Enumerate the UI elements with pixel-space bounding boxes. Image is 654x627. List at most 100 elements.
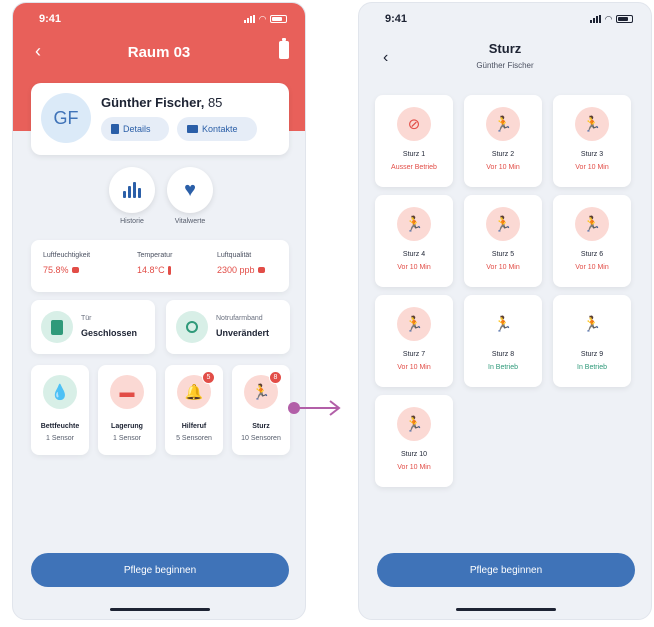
wristband-value: Unverändert [216, 328, 270, 338]
sensor-tile[interactable]: 🏃 Sturz 10 Vor 10 Min [375, 395, 453, 487]
canvas: 9:41 ◠ ‹ Raum 03 GF Günther Fischer, 8 5 [0, 0, 654, 627]
door-label: Tür [81, 315, 92, 322]
sensor-status: Vor 10 Min [397, 364, 431, 371]
heart-pulse-icon: ♥ [184, 179, 196, 201]
sensor-status: Vor 10 Min [575, 264, 609, 271]
alert-count-badge: 8 [269, 371, 282, 384]
sensor-tile[interactable]: 🏃 Sturz 3 Vor 10 Min [553, 95, 631, 187]
back-button[interactable]: ‹ [35, 41, 55, 61]
kontakte-label: Kontakte [202, 124, 238, 134]
details-label: Details [123, 124, 151, 134]
wristband-status-card[interactable]: Notrufarmband Unverändert [166, 300, 290, 354]
fall-icon: 🏃 [575, 107, 609, 141]
door-icon-wrap [41, 311, 73, 343]
avatar: GF [41, 93, 91, 143]
door-icon [51, 319, 63, 335]
vitalwerte-label: Vitalwerte [174, 218, 206, 225]
environment-card: Luftfeuchtigkeit 75.8% Temperatur 14.8°C… [31, 240, 289, 292]
kontakte-button[interactable]: Kontakte [177, 117, 257, 141]
air-quality-metric: Luftqualität 2300 ppb [217, 252, 265, 275]
sensor-count: 1 Sensor [45, 435, 75, 442]
sensor-tile-bettfeuchte[interactable]: 💧 Bettfeuchte 1 Sensor [31, 365, 89, 455]
temperature-metric: Temperatur 14.8°C [137, 252, 172, 275]
battery-icon [616, 15, 633, 23]
sensor-status: Vor 10 Min [575, 164, 609, 171]
sensor-status: Vor 10 Min [486, 264, 520, 271]
historie-label: Historie [120, 218, 144, 225]
bed-icon: ▬ [110, 375, 144, 409]
navigation-arrow [288, 400, 341, 416]
sensor-name: Sturz 8 [491, 351, 515, 358]
sensor-tile[interactable]: 🏃 Sturz 8 In Betrieb [464, 295, 542, 387]
signal-icon [244, 15, 256, 23]
status-icons: ◠ [244, 14, 287, 25]
fall-icon: 🏃 [486, 107, 520, 141]
sensor-name: Sturz [252, 423, 270, 430]
sensor-count: 10 Sensoren [241, 435, 281, 442]
sensor-status: Vor 10 Min [397, 264, 431, 271]
sensor-name: Sturz 4 [402, 251, 426, 258]
page-subtitle: Günther Fischer [476, 61, 534, 70]
fall-icon: 🏃 [397, 307, 431, 341]
home-indicator [110, 608, 210, 611]
start-care-button[interactable]: Pflege beginnen [31, 553, 289, 587]
metric-value: 2300 ppb [217, 265, 255, 275]
sensor-tile-hilferuf[interactable]: 🔔 5 Hilferuf 5 Sensoren [165, 365, 223, 455]
cloud-icon [257, 267, 265, 273]
sensor-status: Vor 10 Min [486, 164, 520, 171]
metric-label: Luftqualität [217, 252, 252, 259]
watch-icon-wrap [176, 311, 208, 343]
drop-icon [71, 267, 79, 273]
details-button[interactable]: Details [101, 117, 169, 141]
metric-value-row: 14.8°C [137, 265, 172, 275]
fall-icon: 🏃 [397, 207, 431, 241]
sensor-name: Sturz 9 [580, 351, 604, 358]
door-status-card[interactable]: Tür Geschlossen [31, 300, 155, 354]
metric-value: 14.8°C [137, 265, 165, 275]
sensor-name: Sturz 10 [400, 451, 428, 458]
page-title: Sturz [488, 41, 522, 56]
sensor-status: In Betrieb [577, 364, 607, 371]
wifi-icon: ◠ [605, 13, 612, 24]
signal-off-icon: ⊘ [397, 107, 431, 141]
sensor-count: 1 Sensor [112, 435, 142, 442]
sensor-tile[interactable]: 🏃 Sturz 6 Vor 10 Min [553, 195, 631, 287]
start-care-button[interactable]: Pflege beginnen [377, 553, 635, 587]
sensor-tile-sturz[interactable]: 🏃 8 Sturz 10 Sensoren [232, 365, 290, 455]
sensor-name: Lagerung [111, 423, 143, 430]
wristband-label: Notrufarmband [216, 315, 263, 322]
sensor-name: Sturz 3 [580, 151, 604, 158]
metric-label: Temperatur [137, 252, 173, 259]
vitalwerte-button[interactable]: ♥ [167, 167, 213, 213]
fall-icon: 🏃 [397, 407, 431, 441]
patient-name: Günther Fischer, [101, 95, 205, 110]
sensor-tile[interactable]: ⊘ Sturz 1 Ausser Betrieb [375, 95, 453, 187]
fall-icon: 🏃 [575, 207, 609, 241]
sensor-count: 5 Sensoren [176, 435, 212, 442]
home-indicator [456, 608, 556, 611]
alert-count-badge: 5 [202, 371, 215, 384]
sensor-tile[interactable]: 🏃 Sturz 7 Vor 10 Min [375, 295, 453, 387]
droplets-icon: 💧 [43, 375, 77, 409]
thermometer-icon [167, 265, 171, 275]
fall-icon: 🏃 8 [244, 371, 282, 409]
bar-chart-icon [123, 182, 141, 198]
patient-card: GF Günther Fischer, 85 Details Kontakte [31, 83, 289, 155]
fall-icon: 🏃 [493, 315, 513, 333]
historie-button[interactable] [109, 167, 155, 213]
sensor-tile[interactable]: 🏃 Sturz 4 Vor 10 Min [375, 195, 453, 287]
sensor-name: Sturz 5 [491, 251, 515, 258]
page-title: Raum 03 [127, 43, 191, 61]
sensor-name: Sturz 2 [491, 151, 515, 158]
sensor-tile[interactable]: 🏃 Sturz 5 Vor 10 Min [464, 195, 542, 287]
sensor-tile[interactable]: 🏃 Sturz 9 In Betrieb [553, 295, 631, 387]
status-icons: ◠ [590, 14, 633, 25]
sensor-status: Ausser Betrieb [391, 164, 437, 171]
device-icon[interactable] [279, 38, 289, 59]
signal-icon [590, 15, 602, 23]
sensor-tile-lagerung[interactable]: ▬ Lagerung 1 Sensor [98, 365, 156, 455]
fall-icon: 🏃 [486, 207, 520, 241]
sensor-status: In Betrieb [488, 364, 518, 371]
sensor-tile[interactable]: 🏃 Sturz 2 Vor 10 Min [464, 95, 542, 187]
status-bar: 9:41 ◠ [13, 3, 305, 35]
